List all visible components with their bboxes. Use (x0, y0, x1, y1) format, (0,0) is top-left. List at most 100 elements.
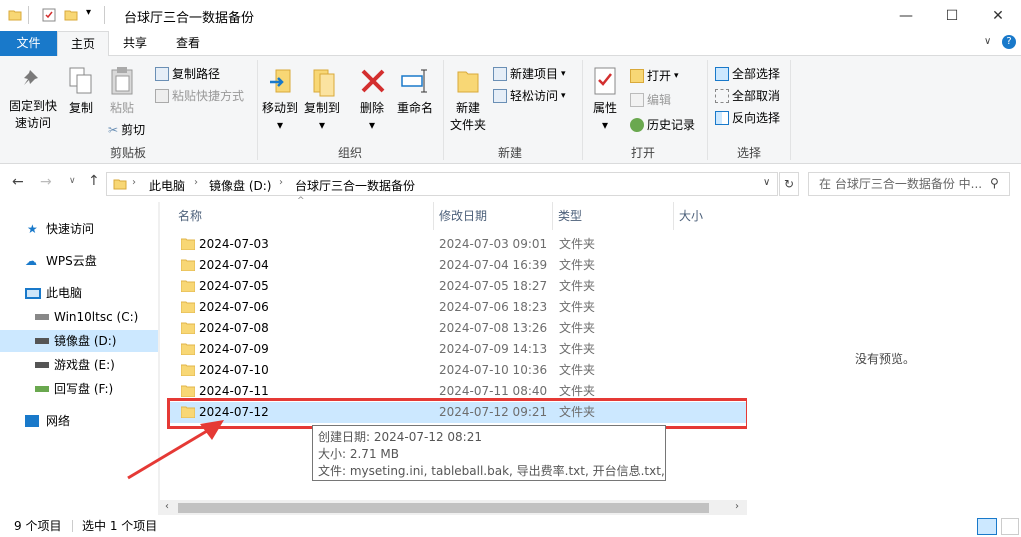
move-to-button[interactable]: 移动到 ▾ (260, 100, 300, 134)
drive-icon (35, 338, 49, 344)
nav-drive-e[interactable]: 游戏盘 (E:) (0, 354, 158, 376)
properties-icon[interactable] (42, 8, 56, 22)
cut-button[interactable]: ✂ 剪切 (108, 121, 145, 138)
nav-drive-c[interactable]: Win10ltsc (C:) (0, 306, 158, 328)
arrow-annotation-icon (127, 420, 224, 480)
new-item-button[interactable]: 新建项目 ▾ (493, 65, 566, 82)
scrollbar-thumb[interactable] (178, 503, 709, 513)
help-icon[interactable]: ? (1002, 35, 1016, 49)
folder-icon (181, 301, 195, 313)
copy-path-icon (155, 66, 169, 81)
large-icons-view-icon[interactable] (1001, 518, 1019, 535)
up-button[interactable]: ↑ (88, 173, 100, 189)
forward-button[interactable]: → (40, 174, 52, 190)
title-bar: ▾ 台球厅三合一数据备份 — ☐ ✕ (0, 0, 1021, 31)
invert-selection-icon (715, 110, 729, 125)
breadcrumb-drive-d[interactable]: 镜像盘 (D:) (209, 177, 271, 194)
copy-path-button[interactable]: 复制路径 (155, 65, 220, 82)
folder-info-tooltip: 创建日期: 2024-07-12 08:21 大小: 2.71 MB 文件: m… (312, 425, 666, 481)
maximize-button[interactable]: ☐ (929, 0, 975, 31)
clipboard-group-label: 剪贴板 (109, 146, 146, 160)
invert-selection-button[interactable]: 反向选择 (715, 109, 780, 126)
delete-icon (361, 69, 385, 93)
tab-view[interactable]: 查看 (165, 31, 211, 56)
horizontal-scrollbar[interactable]: ‹ › (160, 500, 747, 516)
search-icon: ⚲ (990, 176, 999, 190)
breadcrumb-current-folder[interactable]: 台球厅三合一数据备份 (295, 177, 415, 194)
back-button[interactable]: ← (12, 174, 24, 190)
recent-locations-button[interactable]: ∨ (69, 176, 76, 186)
column-header-type[interactable]: 类型 (558, 207, 582, 224)
edit-button[interactable]: 编辑 (630, 91, 671, 108)
collapse-ribbon-icon[interactable]: ∨ (984, 36, 991, 47)
address-dropdown-icon[interactable]: ∨ (763, 177, 770, 188)
item-count: 9 个项目 (14, 519, 62, 533)
select-all-button[interactable]: 全部选择 (715, 65, 780, 82)
folder-icon (8, 10, 22, 21)
customize-qat-icon[interactable]: ▾ (86, 7, 91, 18)
history-icon (630, 117, 644, 132)
paste-shortcut-button[interactable]: 粘贴快捷方式 (155, 87, 244, 104)
move-to-icon (270, 69, 291, 93)
selection-count: 选中 1 个项目 (82, 519, 158, 533)
paste-icon (111, 67, 133, 95)
new-folder-icon[interactable] (64, 8, 78, 22)
star-icon: ★ (27, 222, 38, 236)
close-button[interactable]: ✕ (975, 0, 1021, 31)
easy-access-button[interactable]: 轻松访问 ▾ (493, 87, 566, 104)
copy-button[interactable]: 复制 (64, 100, 98, 117)
copy-to-button[interactable]: 复制到 ▾ (302, 100, 342, 134)
tab-file[interactable]: 文件 (0, 31, 57, 56)
properties-button[interactable]: 属性 ▾ (587, 100, 623, 134)
nav-quick-access[interactable]: ★ 快速访问 (0, 218, 158, 240)
nav-drive-d[interactable]: 镜像盘 (D:) (0, 330, 158, 352)
file-row[interactable]: 2024-07-09 2024-07-09 14:13 文件夹 (170, 339, 747, 360)
history-button[interactable]: 历史记录 (630, 116, 695, 133)
address-box[interactable]: › 此电脑 › 镜像盘 (D:) › 台球厅三合一数据备份 ∨ (106, 172, 778, 196)
open-button[interactable]: 打开 ▾ (630, 67, 679, 84)
folder-icon (113, 179, 127, 190)
new-group-label: 新建 (497, 146, 522, 160)
file-row[interactable]: 2024-07-04 2024-07-04 16:39 文件夹 (170, 255, 747, 276)
scroll-right-icon[interactable]: › (735, 501, 739, 512)
file-row[interactable]: 2024-07-10 2024-07-10 10:36 文件夹 (170, 360, 747, 381)
pin-quick-access-button[interactable]: 固定到快 速访问 (2, 98, 64, 132)
easy-access-icon (493, 88, 507, 103)
refresh-button[interactable]: ↻ (779, 172, 799, 196)
paste-shortcut-icon (155, 88, 169, 103)
rename-button[interactable]: 重命名 (394, 100, 436, 117)
address-bar: ← → ∨ ↑ › 此电脑 › 镜像盘 (D:) › 台球厅三合一数据备份 ∨ … (0, 164, 1021, 202)
nav-wps-cloud[interactable]: ☁ WPS云盘 (0, 250, 158, 272)
nav-drive-f[interactable]: 回写盘 (F:) (0, 378, 158, 400)
column-header-size[interactable]: 大小 (679, 207, 703, 224)
organize-group-label: 组织 (337, 146, 362, 160)
minimize-button[interactable]: — (883, 0, 929, 31)
delete-button[interactable]: 删除 ▾ (354, 100, 390, 134)
breadcrumb-this-pc[interactable]: 此电脑 (149, 177, 185, 194)
edit-icon (630, 92, 644, 107)
folder-icon (181, 364, 195, 376)
details-view-icon[interactable] (977, 518, 997, 535)
scissors-icon: ✂ (108, 122, 119, 137)
tooltip-files: 文件: myseting.ini, tableball.bak, 导出费率.tx… (318, 464, 666, 478)
column-header-date[interactable]: 修改日期 (439, 207, 487, 224)
paste-button[interactable]: 粘贴 (104, 100, 140, 117)
properties-icon (594, 67, 616, 95)
tab-home[interactable]: 主页 (57, 31, 109, 57)
new-folder-button[interactable]: 新建 文件夹 (446, 100, 490, 134)
search-input[interactable]: 在 台球厅三合一数据备份 中... (808, 172, 1010, 196)
file-row[interactable]: 2024-07-05 2024-07-05 18:27 文件夹 (170, 276, 747, 297)
scroll-left-icon[interactable]: ‹ (165, 501, 169, 512)
open-group-label: 打开 (630, 146, 655, 160)
file-row[interactable]: 2024-07-06 2024-07-06 18:23 文件夹 (170, 297, 747, 318)
folder-icon (181, 385, 195, 397)
preview-pane: 没有预览。 (747, 202, 1021, 515)
nav-this-pc[interactable]: 此电脑 (0, 282, 158, 304)
file-row[interactable]: 2024-07-03 2024-07-03 09:01 文件夹 (170, 234, 747, 255)
tab-share[interactable]: 共享 (112, 31, 158, 56)
drive-icon (35, 314, 49, 320)
select-none-button[interactable]: 全部取消 (715, 87, 780, 104)
column-header-name[interactable]: 名称 (178, 207, 202, 224)
file-row[interactable]: 2024-07-08 2024-07-08 13:26 文件夹 (170, 318, 747, 339)
new-item-icon (493, 66, 507, 81)
